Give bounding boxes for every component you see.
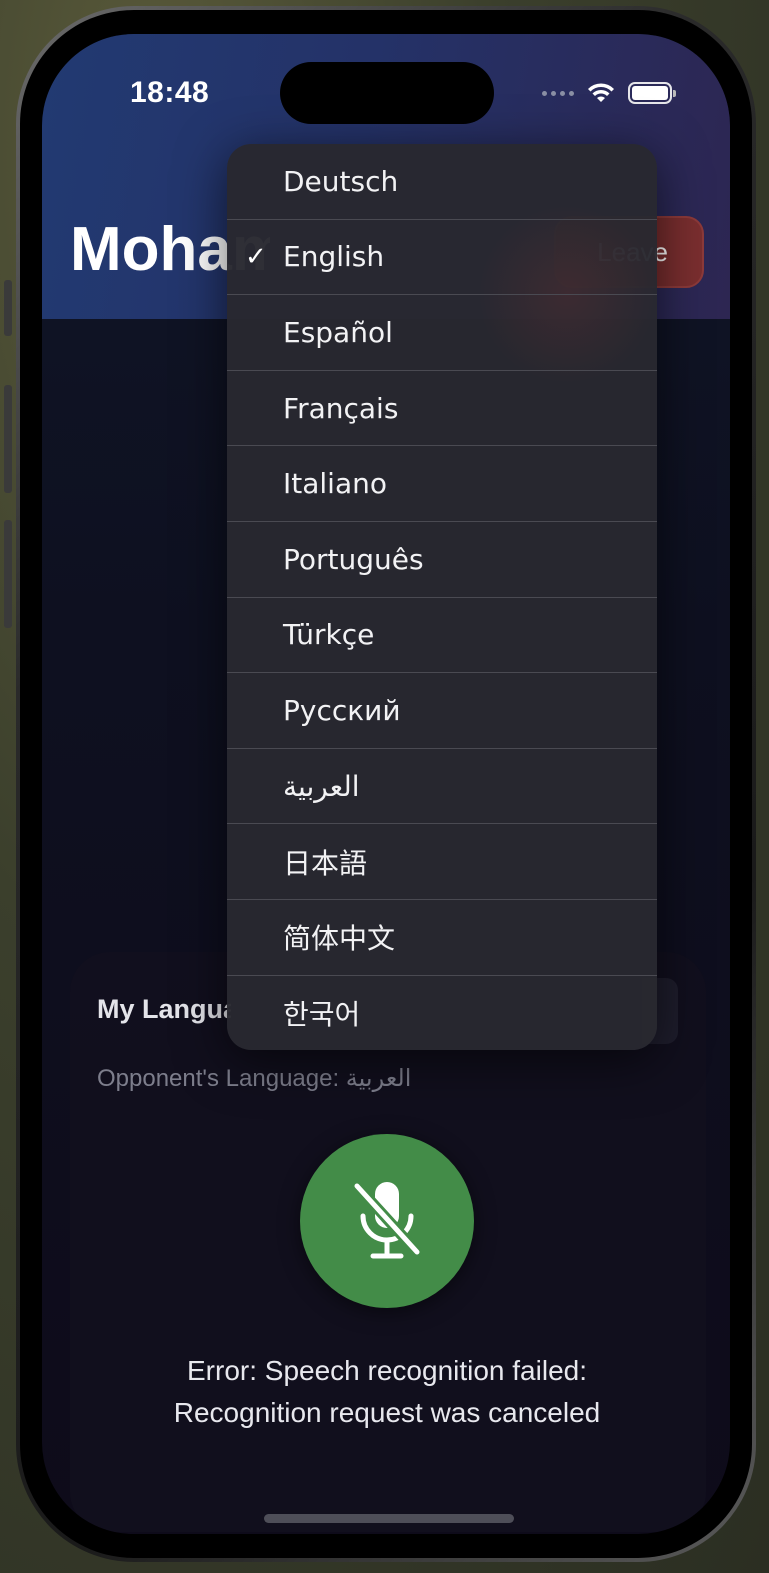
phone-side-button — [4, 520, 12, 628]
menu-item-label: Türkçe — [283, 618, 375, 652]
menu-item-chinese[interactable]: 简体中文 — [227, 900, 657, 976]
wifi-icon — [588, 83, 614, 102]
menu-item-label: English — [283, 240, 385, 274]
cellular-signal-icon — [542, 90, 574, 96]
menu-item-japanese[interactable]: 日本語 — [227, 824, 657, 900]
status-icons — [542, 82, 676, 104]
menu-item-label: Español — [283, 315, 393, 349]
my-language-label: My Language — [97, 994, 231, 1024]
app-screen: 18:48 Mohammed Leave My Langu — [42, 34, 730, 1534]
menu-item-english[interactable]: ✓ English — [227, 220, 657, 296]
menu-item-label: Português — [283, 542, 424, 576]
menu-item-francais[interactable]: Français — [227, 371, 657, 447]
error-line-1: Error: Speech recognition failed: — [187, 1355, 587, 1386]
menu-item-label: Deutsch — [283, 164, 399, 198]
phone-bezel: 18:48 Mohammed Leave My Langu — [20, 10, 752, 1558]
language-dropdown-menu: ✓ Deutsch ✓ English Español Français Ita… — [227, 144, 657, 1050]
error-line-2: Recognition request was canceled — [173, 1397, 601, 1428]
menu-item-label: 日本語 — [283, 846, 368, 880]
phone-side-button — [4, 280, 12, 336]
menu-item-arabic[interactable]: العربية — [227, 749, 657, 825]
menu-item-espanol[interactable]: Español — [227, 295, 657, 371]
checkmark-icon: ✓ — [245, 241, 267, 272]
menu-item-portugues[interactable]: Português — [227, 522, 657, 598]
menu-item-russian[interactable]: Русский — [227, 673, 657, 749]
menu-item-korean[interactable]: 한국어 — [227, 976, 657, 1050]
menu-item-label: Italiano — [283, 467, 387, 501]
error-message: Error: Speech recognition failed: Recogn… — [62, 1350, 712, 1434]
home-indicator[interactable] — [264, 1514, 514, 1523]
menu-item-italiano[interactable]: Italiano — [227, 446, 657, 522]
mic-slash-icon — [351, 1180, 423, 1259]
phone-frame: 18:48 Mohammed Leave My Langu — [16, 6, 756, 1562]
menu-item-label: العربية — [283, 769, 360, 803]
menu-item-label: 简体中文 — [283, 922, 396, 956]
phone-side-button — [4, 385, 12, 493]
opponent-language-label: Opponent's Language: العربية — [97, 1065, 412, 1092]
menu-item-turkce[interactable]: Türkçe — [227, 598, 657, 674]
battery-icon — [628, 82, 676, 104]
dynamic-island — [280, 62, 494, 124]
menu-item-deutsch[interactable]: ✓ Deutsch — [227, 144, 657, 220]
menu-item-label: Français — [283, 391, 399, 425]
mic-button[interactable] — [300, 1134, 474, 1308]
menu-item-label: Русский — [283, 693, 401, 727]
status-time: 18:48 — [130, 76, 210, 109]
menu-item-label: 한국어 — [283, 998, 361, 1032]
